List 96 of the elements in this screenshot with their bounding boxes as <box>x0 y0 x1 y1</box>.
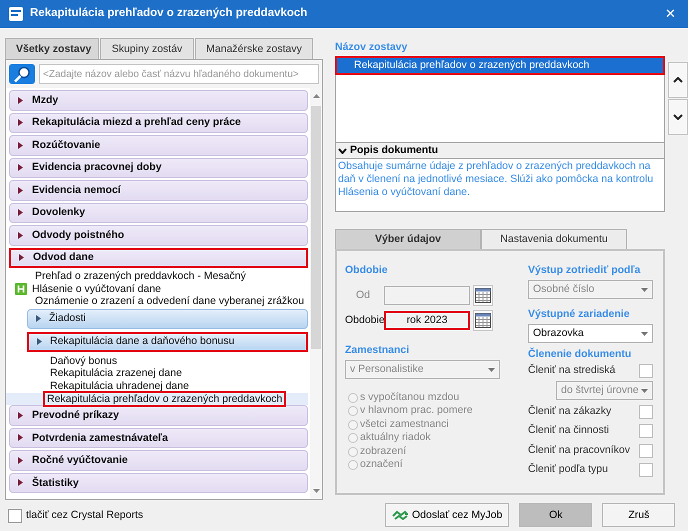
radio-label: v hlavnom prac. pomere <box>360 403 473 418</box>
dropdown-caret-icon <box>641 332 648 336</box>
expand-arrow-icon <box>18 142 23 149</box>
chevron-down-icon <box>338 148 347 154</box>
document-item[interactable]: Rekapitulácia uhradenej dane <box>9 380 308 393</box>
category-row[interactable]: Potvrdenia zamestnávateľa <box>9 428 308 448</box>
expand-arrow-icon <box>18 412 23 419</box>
radio-label: označení <box>360 457 403 472</box>
description-text: Obsahuje sumárne údaje z prehľadov o zrazených preddavkoch na daň v členení na jednotlivé mesiace. Slúži ako pomôcka na kontrolu Hlásenia o vyúčtovaní dane. <box>335 159 665 212</box>
calendar-button[interactable] <box>473 285 493 306</box>
section-label: Členenie dokumentu <box>528 347 632 361</box>
move-up-button[interactable] <box>668 62 688 98</box>
radio-label: všetci zamestnanci <box>360 416 449 432</box>
report-item[interactable]: Rekapitulácia prehľadov o zrazených preddavkoch <box>336 57 664 74</box>
calendar-button[interactable] <box>473 310 493 331</box>
checkbox[interactable] <box>639 424 653 438</box>
field-label: Od <box>354 288 371 303</box>
scroll-up-icon <box>312 94 320 98</box>
document-item[interactable]: Oznámenie o zrazení a odvedení dane vyberanej zrážkou <box>9 295 308 308</box>
subcategory-row[interactable]: Rekapitulácia dane a daňového bonusu <box>27 332 308 352</box>
section-label: Obdobie <box>345 263 389 277</box>
category-row[interactable]: Odvod dane <box>9 248 308 268</box>
category-row[interactable]: Ročné vyúčtovanie <box>9 450 308 471</box>
category-row[interactable]: Prevodné príkazy <box>9 405 308 426</box>
dropdown-caret-icon <box>641 288 648 292</box>
category-row[interactable]: Rozúčtovanie <box>9 135 308 156</box>
radio-label: zobrazení <box>360 444 406 459</box>
category-row[interactable]: Mzdy <box>9 90 308 110</box>
category-row[interactable]: Dovolenky <box>9 202 308 223</box>
section-label: Zamestnanci <box>345 343 410 357</box>
tab[interactable]: Skupiny zostáv <box>100 38 194 59</box>
section-label: Výstupné zariadenie <box>528 307 631 321</box>
expand-arrow-icon <box>18 119 23 126</box>
document-item[interactable]: Daňový bonus <box>9 354 308 368</box>
expand-arrow-icon <box>18 164 23 172</box>
calendar-icon <box>475 288 491 303</box>
app-icon <box>8 6 24 22</box>
category-row[interactable]: Rekapitulácia miezd a prehľad ceny práce <box>9 112 308 133</box>
tab[interactable]: Všetky zostavy <box>5 38 99 59</box>
checkbox-label: Členiť podľa typu <box>528 462 608 477</box>
category-row[interactable]: Evidencia nemocí <box>9 180 308 200</box>
checkbox[interactable] <box>639 462 653 477</box>
expand-arrow-icon <box>18 209 23 216</box>
dropdown-caret-icon <box>641 388 648 393</box>
checkbox[interactable] <box>8 508 22 523</box>
category-row[interactable]: Štatistiky <box>9 472 308 494</box>
expand-arrow-icon <box>18 479 23 486</box>
subcategory-row[interactable]: Žiadosti <box>27 308 308 329</box>
document-item[interactable]: Prehľad o zrazených preddavkoch - Mesačný <box>9 270 308 283</box>
scrollbar[interactable] <box>310 88 322 499</box>
document-icon <box>15 282 27 295</box>
date-field[interactable]: rok 2023 <box>384 311 470 330</box>
expand-arrow-icon <box>18 96 23 104</box>
expand-arrow-icon <box>18 186 23 194</box>
expand-arrow-icon <box>37 338 42 346</box>
checkbox-label: Členiť na strediská <box>528 362 616 378</box>
expand-arrow-icon <box>18 434 23 442</box>
checkbox-label: Členiť na zákazky <box>528 404 612 420</box>
expand-arrow-icon <box>18 456 23 464</box>
checkbox-label: Členiť na pracovníkov <box>528 442 630 458</box>
search-icon <box>9 64 35 84</box>
dropdown[interactable]: Obrazovka <box>528 324 653 343</box>
tab[interactable]: Výber údajov <box>335 229 481 249</box>
document-item[interactable]: Rekapitulácia prehľadov o zrazených preddavkoch <box>6 392 308 406</box>
section-label: Názov zostavy <box>335 40 408 54</box>
document-item[interactable]: Hlásenie o vyúčtovaní dane <box>9 282 308 296</box>
move-down-button[interactable] <box>668 99 688 135</box>
send-button[interactable]: Odoslať cez MyJob <box>385 503 510 527</box>
document-item[interactable]: Rekapitulácia zrazenej dane <box>9 367 308 380</box>
description-header[interactable]: Popis dokumentu <box>335 143 665 159</box>
checkbox-label: Členiť na činnosti <box>528 423 609 438</box>
expand-arrow-icon <box>18 232 23 239</box>
chevron-down-icon <box>673 114 683 120</box>
checkbox-label: tlačiť cez Crystal Reports <box>26 508 144 523</box>
radio-label: s vypočítanou mzdou <box>360 390 460 405</box>
radio-label: aktuálny riadok <box>360 430 431 446</box>
search-field[interactable]: <Zadajte názov alebo časť názvu hľadaného dokumentu> <box>39 64 319 84</box>
close-button[interactable]: ✕ <box>661 6 680 22</box>
category-row[interactable]: Odvody poistného <box>9 225 308 246</box>
tab[interactable]: Nastavenia dokumentu <box>481 229 627 249</box>
calendar-icon <box>475 313 491 328</box>
cancel-button[interactable]: Zruš <box>602 503 676 527</box>
dropdown-caret-icon <box>488 368 495 372</box>
ok-button[interactable]: Ok <box>519 503 592 527</box>
category-row[interactable]: Evidencia pracovnej doby <box>9 158 308 178</box>
checkbox[interactable] <box>639 364 653 378</box>
section-label: Výstup zotriediť podľa <box>528 263 642 277</box>
checkbox[interactable] <box>639 444 653 458</box>
expand-arrow-icon <box>36 315 41 322</box>
checkbox[interactable] <box>639 404 653 419</box>
chevron-up-icon <box>673 77 683 83</box>
tab[interactable]: Manažérske zostavy <box>195 38 313 59</box>
window-title: Rekapitulácia prehľadov o zrazených preddavkoch <box>30 6 308 22</box>
expand-arrow-icon <box>19 254 24 262</box>
scroll-down-icon <box>312 489 320 493</box>
sync-arrows-icon <box>392 510 408 520</box>
